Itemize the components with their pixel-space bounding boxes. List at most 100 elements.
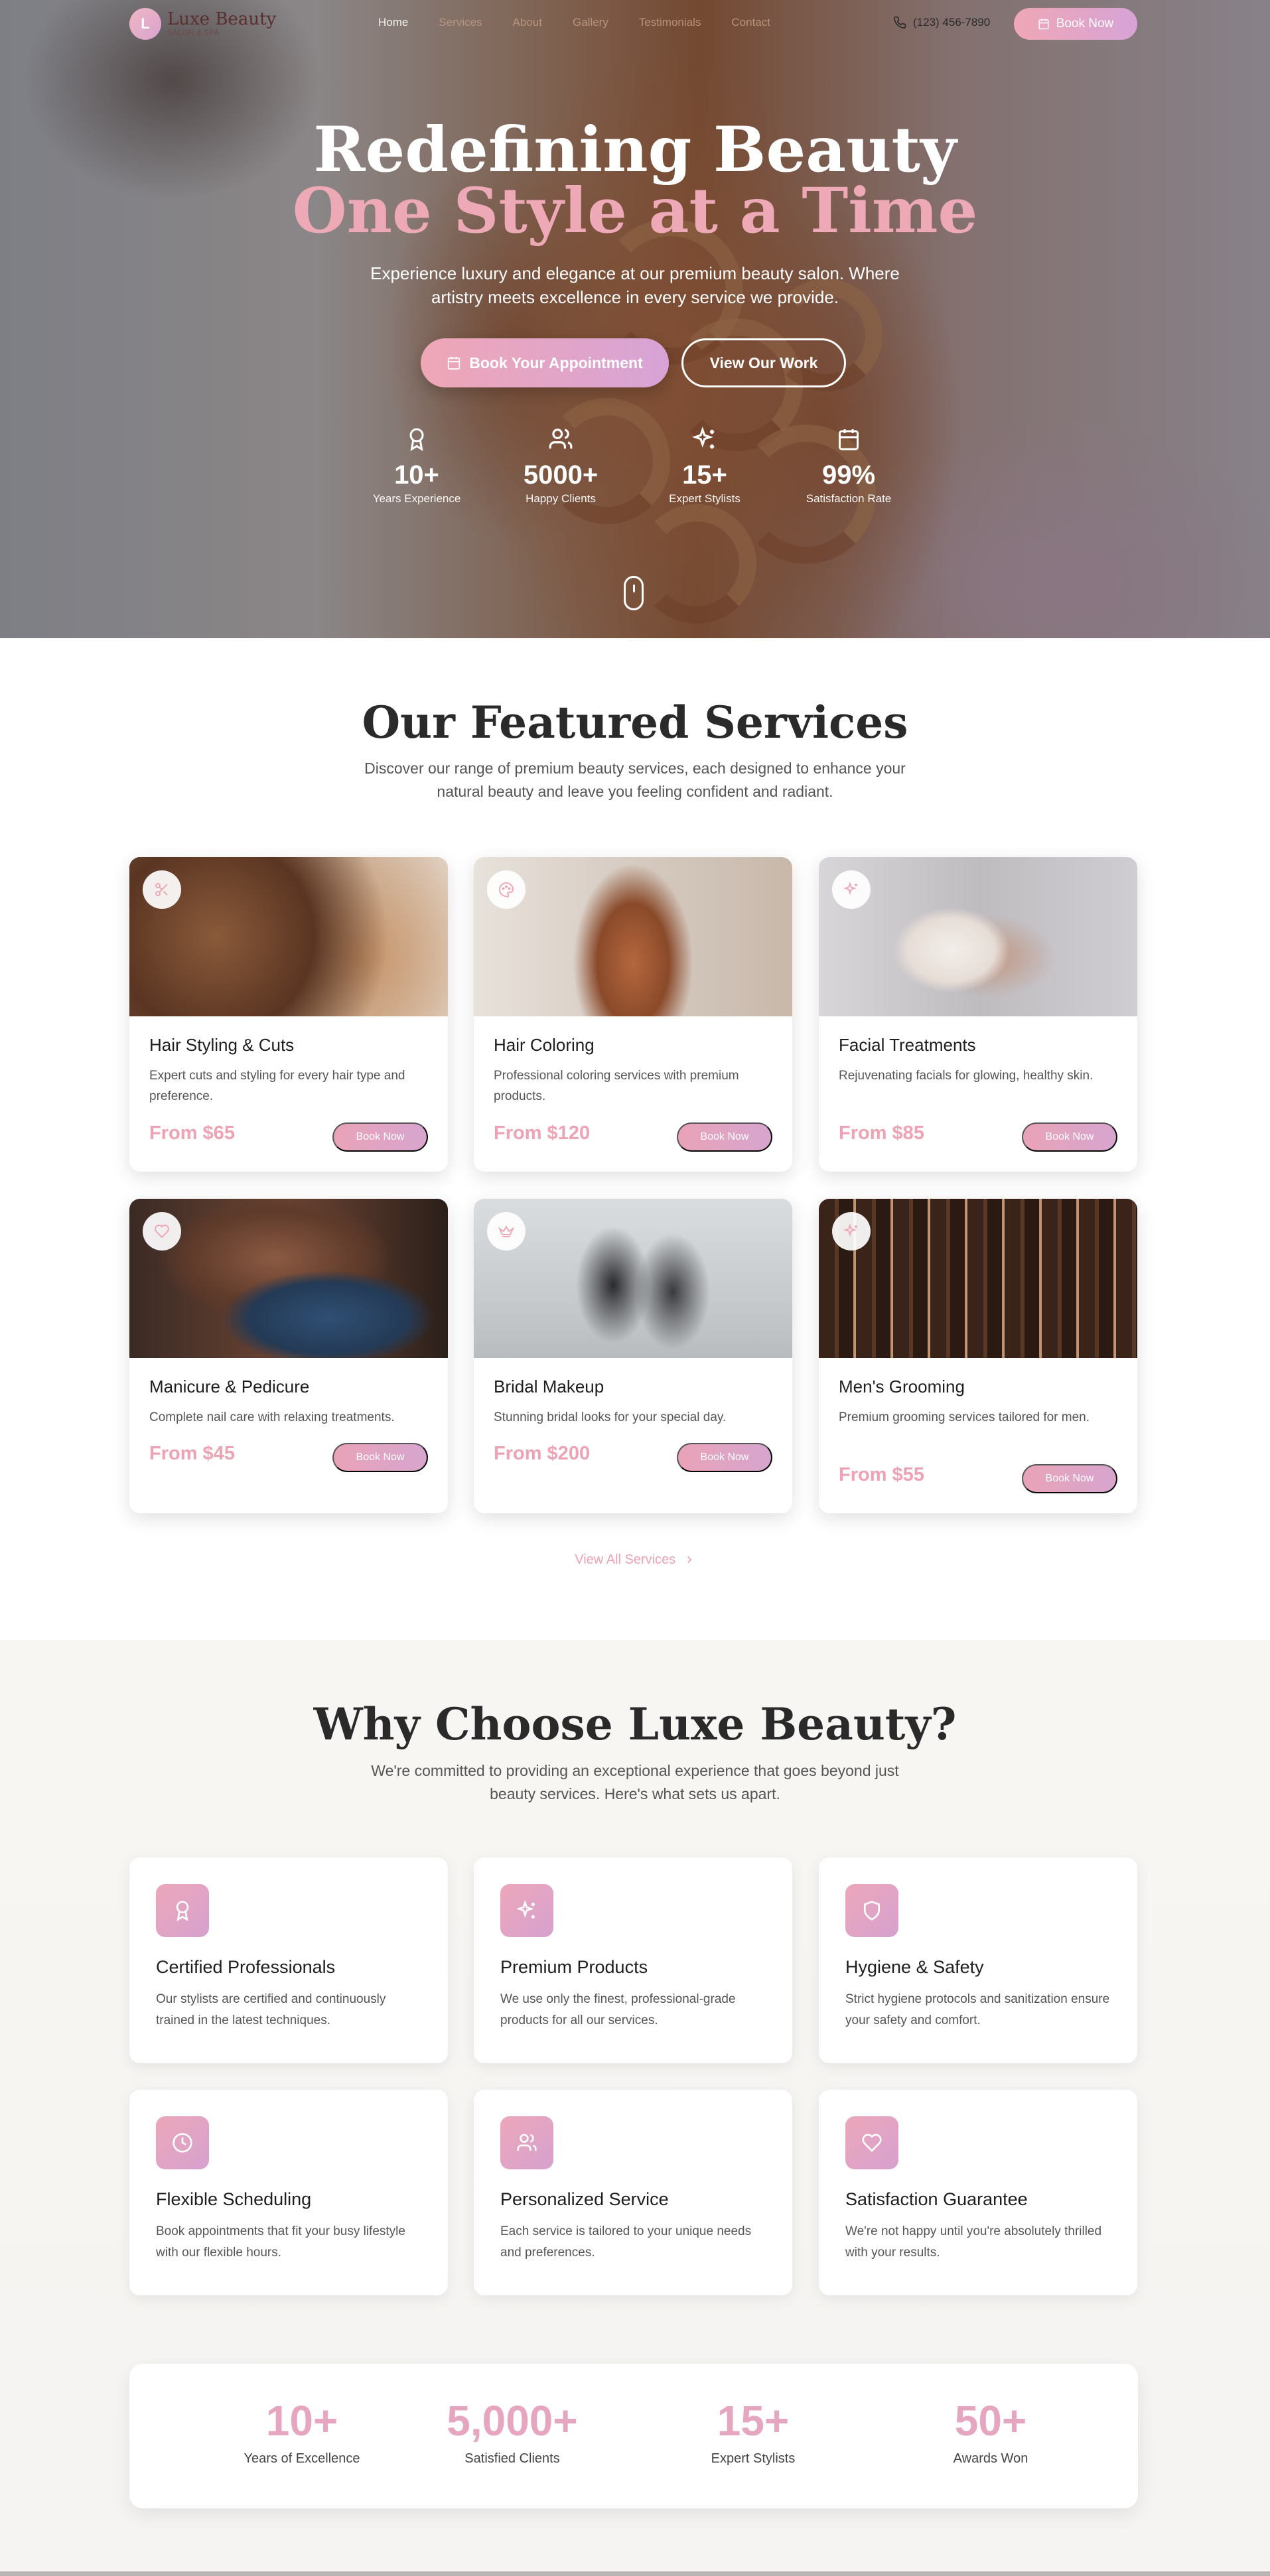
- feature-card-satisfaction: Satisfaction Guarantee We're not happy u…: [819, 2090, 1137, 2295]
- view-all-services-link[interactable]: View All Services: [0, 1552, 1270, 1568]
- clock-icon: [173, 2133, 192, 2153]
- feature-icon-box: [500, 2116, 553, 2169]
- sparkles-icon: [516, 1900, 535, 1919]
- services-title: Our Featured Services: [362, 697, 908, 748]
- nav-link-testimonials[interactable]: Testimonials: [639, 16, 701, 29]
- service-badge: [143, 1212, 181, 1251]
- service-title: Hair Styling & Cuts: [149, 1035, 295, 1055]
- stat-label: Years of Excellence: [244, 2451, 360, 2466]
- footer-edge: [0, 2571, 1270, 2576]
- feature-icon-box: [156, 1884, 209, 1937]
- service-book-button[interactable]: Book Now: [677, 1443, 772, 1472]
- service-title: Manicure & Pedicure: [149, 1377, 310, 1396]
- scissors-icon: [155, 883, 168, 896]
- service-description: Expert cuts and styling for every hair t…: [149, 1069, 405, 1103]
- nav-link-home[interactable]: Home: [378, 16, 408, 29]
- hero-stat-value: 10+: [394, 460, 439, 490]
- service-book-button[interactable]: Book Now: [332, 1122, 428, 1152]
- service-card-hair-styling[interactable]: Hair Styling & Cuts Expert cuts and styl…: [129, 857, 448, 1172]
- feature-icon-box: [845, 2116, 898, 2169]
- service-card-facial[interactable]: Facial Treatments Rejuvenating facials f…: [819, 857, 1137, 1172]
- feature-title: Flexible Scheduling: [156, 2189, 312, 2209]
- feature-icon-box: [500, 1884, 553, 1937]
- service-card-manicure[interactable]: Manicure & Pedicure Complete nail care w…: [129, 1199, 448, 1513]
- sparkles-icon: [692, 427, 715, 449]
- stat-awards: 50+ Awards Won: [891, 2398, 1090, 2467]
- why-description: We're committed to providing an exceptio…: [371, 1762, 899, 1802]
- hero-stat-satisfaction: 99% Satisfaction Rate: [789, 425, 908, 506]
- logo-text[interactable]: Luxe Beauty: [167, 9, 276, 29]
- service-book-button[interactable]: Book Now: [1022, 1122, 1117, 1152]
- service-title: Bridal Makeup: [494, 1377, 604, 1396]
- hero-stat-value: 99%: [821, 460, 876, 490]
- stats-panel: 10+ Years of Excellence 5,000+ Satisfied…: [129, 2364, 1138, 2508]
- stat-years: 10+ Years of Excellence: [202, 2398, 401, 2467]
- feature-card-hygiene: Hygiene & Safety Strict hygiene protocol…: [819, 1858, 1137, 2063]
- stat-value: 15+: [717, 2397, 790, 2445]
- nav-links: Home Services About Gallery Testimonials…: [378, 16, 801, 29]
- heart-icon: [862, 2134, 882, 2152]
- nav-link-about[interactable]: About: [513, 16, 542, 29]
- service-card-bridal[interactable]: Bridal Makeup Stunning bridal looks for …: [474, 1199, 792, 1513]
- phone-link[interactable]: (123) 456-7890: [893, 16, 990, 29]
- feature-icon-box: [156, 2116, 209, 2169]
- scroll-indicator[interactable]: [624, 576, 644, 610]
- nav-link-contact[interactable]: Contact: [731, 16, 770, 29]
- service-description: Stunning bridal looks for your special d…: [494, 1410, 727, 1424]
- palette-icon: [499, 882, 514, 898]
- feature-description: Strict hygiene protocols and sanitizatio…: [845, 1992, 1110, 2027]
- feature-title: Satisfaction Guarantee: [845, 2189, 1028, 2209]
- service-price: From $200: [494, 1443, 591, 1464]
- hero-stat-value: 5000+: [523, 460, 599, 490]
- feature-description: Book appointments that fit your busy lif…: [156, 2224, 405, 2260]
- service-book-button[interactable]: Book Now: [332, 1443, 428, 1472]
- hero-section: L Luxe Beauty SALON & SPA Home Services …: [0, 0, 1270, 638]
- logo-mark[interactable]: L: [129, 8, 161, 40]
- service-badge: [487, 870, 526, 909]
- hero-overlay: [0, 0, 1270, 638]
- stat-label: Expert Stylists: [711, 2451, 796, 2466]
- feature-title: Hygiene & Safety: [845, 1957, 984, 1977]
- nav-book-label: Book Now: [1056, 17, 1114, 31]
- hero-title-line1: Redefining Beauty: [313, 113, 957, 186]
- service-title: Facial Treatments: [839, 1035, 976, 1055]
- service-card-hair-coloring[interactable]: Hair Coloring Professional coloring serv…: [474, 857, 792, 1172]
- calendar-icon: [448, 356, 460, 370]
- hero-stat-label: Satisfaction Rate: [806, 492, 892, 505]
- service-badge: [832, 870, 871, 909]
- feature-description: We're not happy until you're absolutely …: [845, 2224, 1102, 2260]
- book-appointment-button[interactable]: Book Your Appointment: [421, 338, 669, 387]
- service-badge: [487, 1212, 526, 1251]
- service-badge: [143, 870, 181, 909]
- stat-clients: 5,000+ Satisfied Clients: [413, 2398, 612, 2467]
- award-icon: [409, 428, 424, 451]
- nav-book-button[interactable]: Book Now: [1014, 8, 1137, 40]
- view-our-work-button[interactable]: View Our Work: [681, 338, 846, 387]
- service-title: Hair Coloring: [494, 1035, 595, 1055]
- hero-stat-label: Years Experience: [372, 492, 461, 505]
- service-book-button[interactable]: Book Now: [1022, 1464, 1117, 1493]
- users-icon: [549, 429, 573, 449]
- view-all-label: View All Services: [575, 1552, 676, 1567]
- calendar-icon: [1038, 19, 1049, 30]
- stat-label: Satisfied Clients: [464, 2451, 560, 2466]
- crown-icon: [498, 1225, 514, 1237]
- service-description: Premium grooming services tailored for m…: [839, 1410, 1090, 1424]
- service-card-mens-grooming[interactable]: Men's Grooming Premium grooming services…: [819, 1199, 1137, 1513]
- nav-link-services[interactable]: Services: [439, 16, 482, 29]
- service-description: Professional coloring services with prem…: [494, 1069, 739, 1103]
- service-book-button[interactable]: Book Now: [677, 1122, 772, 1152]
- hero-stat-clients: 5000+ Happy Clients: [501, 425, 620, 506]
- stat-value: 5,000+: [447, 2397, 578, 2445]
- top-navigation: L Luxe Beauty SALON & SPA Home Services …: [0, 0, 1270, 48]
- service-description: Complete nail care with relaxing treatme…: [149, 1410, 395, 1424]
- nav-link-gallery[interactable]: Gallery: [573, 16, 608, 29]
- service-price: From $55: [839, 1464, 924, 1485]
- stat-stylists: 15+ Expert Stylists: [654, 2398, 853, 2467]
- stat-value: 10+: [265, 2397, 338, 2445]
- service-title: Men's Grooming: [839, 1377, 965, 1396]
- feature-card-certified: Certified Professionals Our stylists are…: [129, 1858, 448, 2063]
- sparkles-icon: [843, 1223, 857, 1237]
- chevron-right-icon: [687, 1556, 692, 1564]
- calendar-icon: [839, 429, 859, 450]
